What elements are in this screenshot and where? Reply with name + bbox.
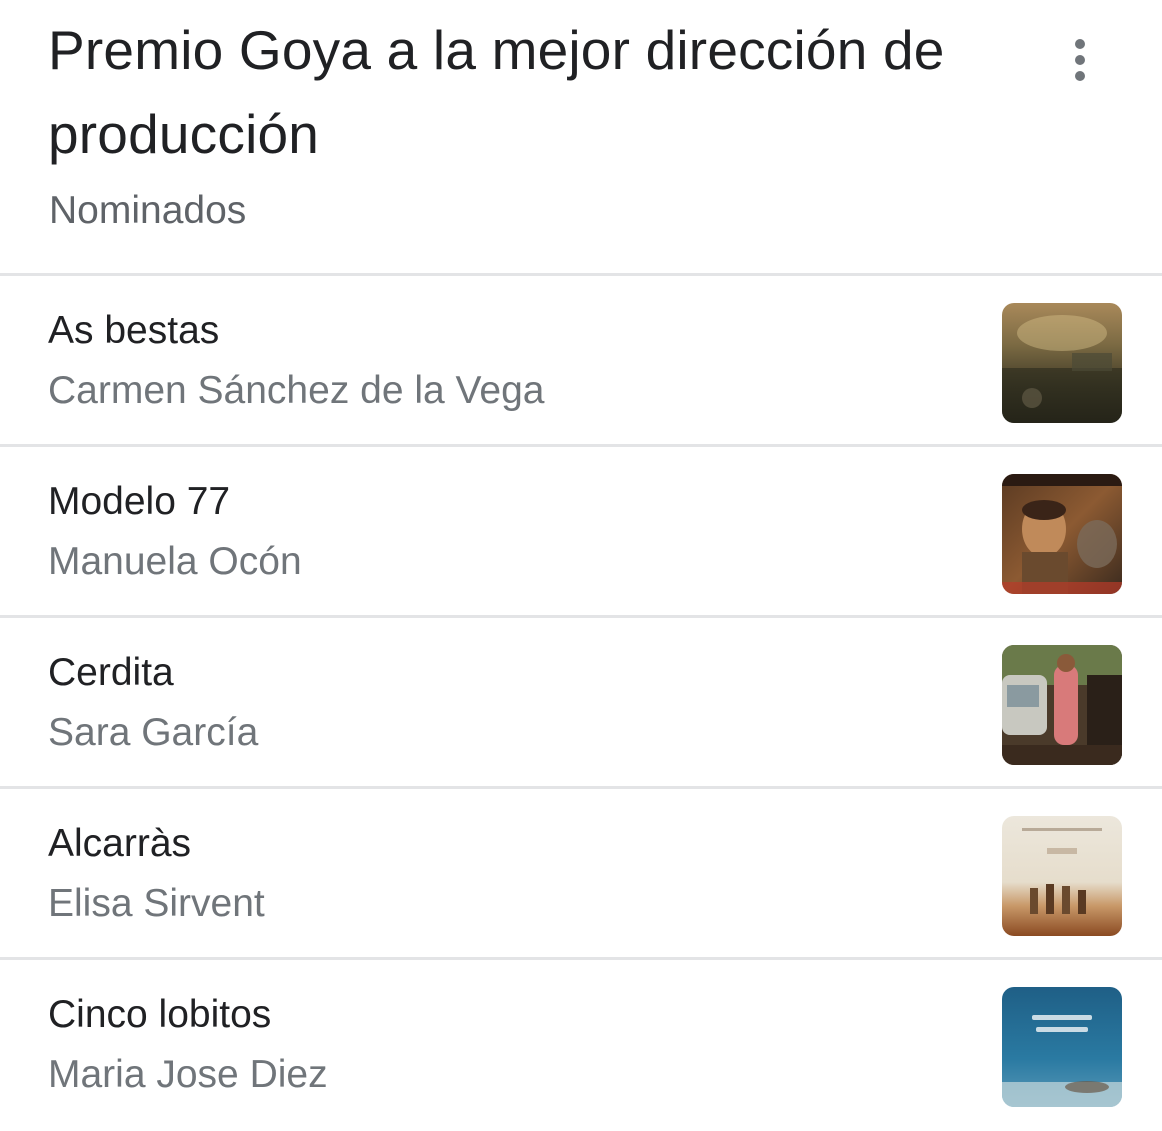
- page-subtitle: Nominados: [49, 189, 247, 232]
- film-poster-icon[interactable]: [1002, 645, 1122, 765]
- film-title: Cerdita: [48, 651, 174, 694]
- film-poster-icon[interactable]: [1002, 474, 1122, 594]
- film-poster-icon[interactable]: [1002, 987, 1122, 1107]
- nominee-name: Elisa Sirvent: [48, 882, 265, 925]
- more-vert-icon-dot: [1075, 71, 1085, 81]
- nominee-name: Manuela Ocón: [48, 540, 302, 583]
- film-poster-icon[interactable]: [1002, 816, 1122, 936]
- film-poster-icon[interactable]: [1002, 303, 1122, 423]
- film-title: As bestas: [48, 309, 220, 352]
- nominee-row[interactable]: Cerdita Sara García: [0, 618, 1162, 789]
- film-title: Cinco lobitos: [48, 993, 272, 1036]
- nominee-row[interactable]: Alcarràs Elisa Sirvent: [0, 789, 1162, 960]
- page-title: Premio Goya a la mejor dirección de prod…: [48, 19, 945, 165]
- nominee-row[interactable]: Cinco lobitos Maria Jose Diez: [0, 960, 1162, 1131]
- nominee-name: Maria Jose Diez: [48, 1053, 328, 1096]
- nominee-name: Carmen Sánchez de la Vega: [48, 369, 545, 412]
- nominee-name: Sara García: [48, 711, 259, 754]
- nominee-row[interactable]: Modelo 77 Manuela Ocón: [0, 447, 1162, 618]
- nominees-list: As bestas Carmen Sánchez de la Vega Mode…: [0, 276, 1162, 1131]
- more-vert-icon-dot: [1075, 55, 1085, 65]
- nominee-row[interactable]: As bestas Carmen Sánchez de la Vega: [0, 276, 1162, 447]
- more-vert-icon: [1075, 39, 1085, 49]
- film-title: Modelo 77: [48, 480, 231, 523]
- film-title: Alcarràs: [48, 822, 192, 865]
- award-header: Premio Goya a la mejor dirección de prod…: [0, 0, 1162, 276]
- more-options-button[interactable]: [1056, 30, 1104, 90]
